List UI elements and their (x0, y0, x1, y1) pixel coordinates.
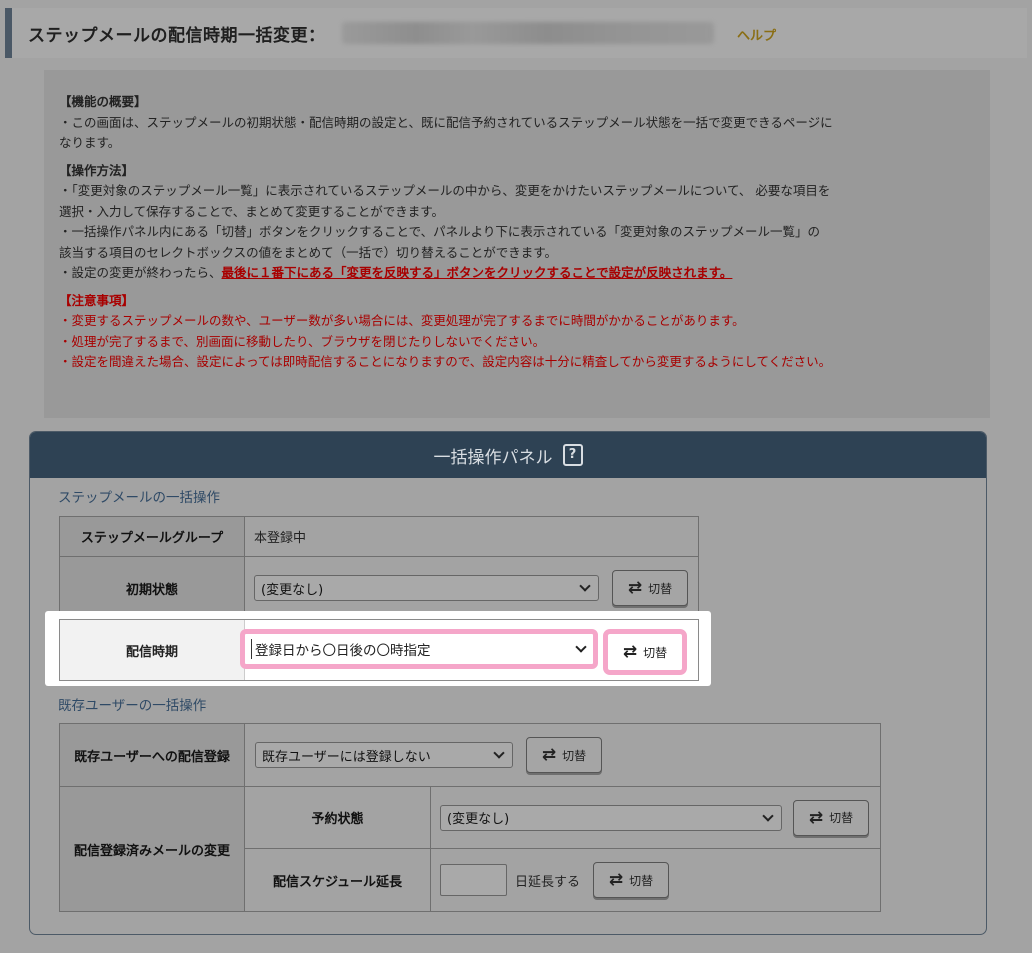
chevron-down-icon (579, 580, 591, 592)
panel-header: 一括操作パネル ? (30, 432, 986, 478)
caution-line: ・変更するステップメールの数や、ユーザー数が多い場合には、変更処理が完了するまで… (59, 313, 745, 328)
initial-state-select-value: (変更なし) (261, 582, 324, 598)
existing-section-label: 既存ユーザーの一括操作 (58, 698, 207, 714)
overview-line: ・この画面は、ステップメールの初期状態・配信時期の設定と、既に配信予約されている… (59, 114, 833, 130)
chevron-down-icon (493, 747, 505, 759)
switch-label: 切替 (643, 645, 668, 660)
group-value: 本登録中 (244, 516, 699, 557)
reserve-state-select[interactable]: (変更なし) (440, 804, 782, 831)
delivery-timing-switch-button[interactable]: ⇄ 切替 (603, 629, 687, 675)
existing-reg-select[interactable]: 既存ユーザーには登録しない (255, 742, 513, 768)
existing-reg-switch-button[interactable]: ⇄ 切替 (526, 737, 602, 773)
page-header: ステップメールの配信時期一括変更： ヘルプ (5, 8, 1027, 58)
howto-line: ・一括操作パネル内にある「切替」ボタンをクリックすることで、パネルより下に表示さ… (59, 224, 821, 239)
howto-emphasis: 最後に１番下にある「変更を反映する」ボタンをクリックすることで設定が反映されます… (221, 265, 733, 280)
chevron-down-icon (575, 641, 587, 653)
swap-icon: ⇄ (808, 807, 824, 828)
panel-title: 一括操作パネル (433, 447, 553, 468)
existing-reg-select-value: 既存ユーザーには登録しない (262, 749, 431, 765)
switch-label: 切替 (829, 811, 854, 825)
howto-title: 【操作方法】 (59, 162, 135, 178)
registered-change-label: 配信登録済みメールの変更 (59, 786, 245, 912)
extend-suffix: 日延長する (515, 874, 581, 890)
delivery-timing-select-value: 登録日から〇日後の〇時指定 (251, 639, 431, 659)
swap-icon: ⇄ (541, 745, 557, 765)
caution-line: ・設定を間違えた場合、設定によっては即時配信することになりますので、設定内容は十… (59, 354, 832, 369)
group-label: ステップメールグループ (59, 516, 245, 557)
delivery-timing-label: 配信時期 (60, 620, 245, 680)
extend-days-input[interactable] (440, 864, 507, 896)
delivery-timing-select[interactable]: 登録日から〇日後の〇時指定 (240, 629, 598, 669)
reserve-state-switch-button[interactable]: ⇄ 切替 (793, 799, 869, 836)
schedule-extend-label: 配信スケジュール延長 (244, 848, 431, 912)
howto-line: 該当する項目のセレクトボックスの値をまとめて（一括で）切り替えることができます。 (59, 244, 558, 260)
overview-line: なります。 (59, 135, 121, 150)
swap-icon: ⇄ (622, 642, 638, 662)
howto-last-line: ・設定の変更が終わったら、最後に１番下にある「変更を反映する」ボタンをクリックす… (59, 263, 990, 284)
swap-icon: ⇄ (627, 578, 643, 598)
howto-line: ・「変更対象のステップメール一覧」に表示されているステップメールの中から、変更を… (59, 183, 831, 198)
reserve-state-label: 予約状態 (244, 786, 431, 849)
step-mail-table: ステップメールグループ 本登録中 初期状態 (変更なし) ⇄ 切替 (59, 516, 699, 620)
caution-title: 【注意事項】 (59, 292, 135, 308)
help-link[interactable]: ヘルプ (737, 25, 776, 44)
initial-state-switch-button[interactable]: ⇄ 切替 (612, 570, 688, 606)
initial-state-select[interactable]: (変更なし) (254, 575, 599, 601)
switch-label: 切替 (648, 581, 673, 596)
redacted-group-name (342, 22, 714, 44)
existing-reg-label: 既存ユーザーへの配信登録 (59, 723, 245, 787)
step-section-label: ステップメールの一括操作 (58, 490, 220, 506)
info-panel: 【機能の概要】 ・この画面は、ステップメールの初期状態・配信時期の設定と、既に配… (44, 70, 990, 418)
reserve-state-select-value: (変更なし) (447, 812, 510, 827)
schedule-extend-switch-button[interactable]: ⇄ 切替 (593, 862, 670, 898)
page-title: ステップメールの配信時期一括変更： (28, 25, 326, 46)
caution-line: ・処理が完了するまで、別画面に移動したり、ブラウザを閉じたりしないでください。 (59, 333, 546, 349)
overview-title: 【機能の概要】 (59, 94, 147, 109)
howto-line: 選択・入力して保存することで、まとめて変更することができます。 (59, 203, 445, 219)
howto-last-prefix: ・設定の変更が終わったら、 (59, 265, 222, 280)
help-question-icon[interactable]: ? (562, 444, 583, 466)
chevron-down-icon (762, 809, 774, 822)
swap-icon: ⇄ (608, 870, 624, 890)
switch-label: 切替 (562, 748, 587, 763)
existing-users-table: 既存ユーザーへの配信登録 既存ユーザーには登録しない ⇄ 切替 配信登録済みメー… (59, 723, 881, 912)
switch-label: 切替 (629, 873, 654, 888)
